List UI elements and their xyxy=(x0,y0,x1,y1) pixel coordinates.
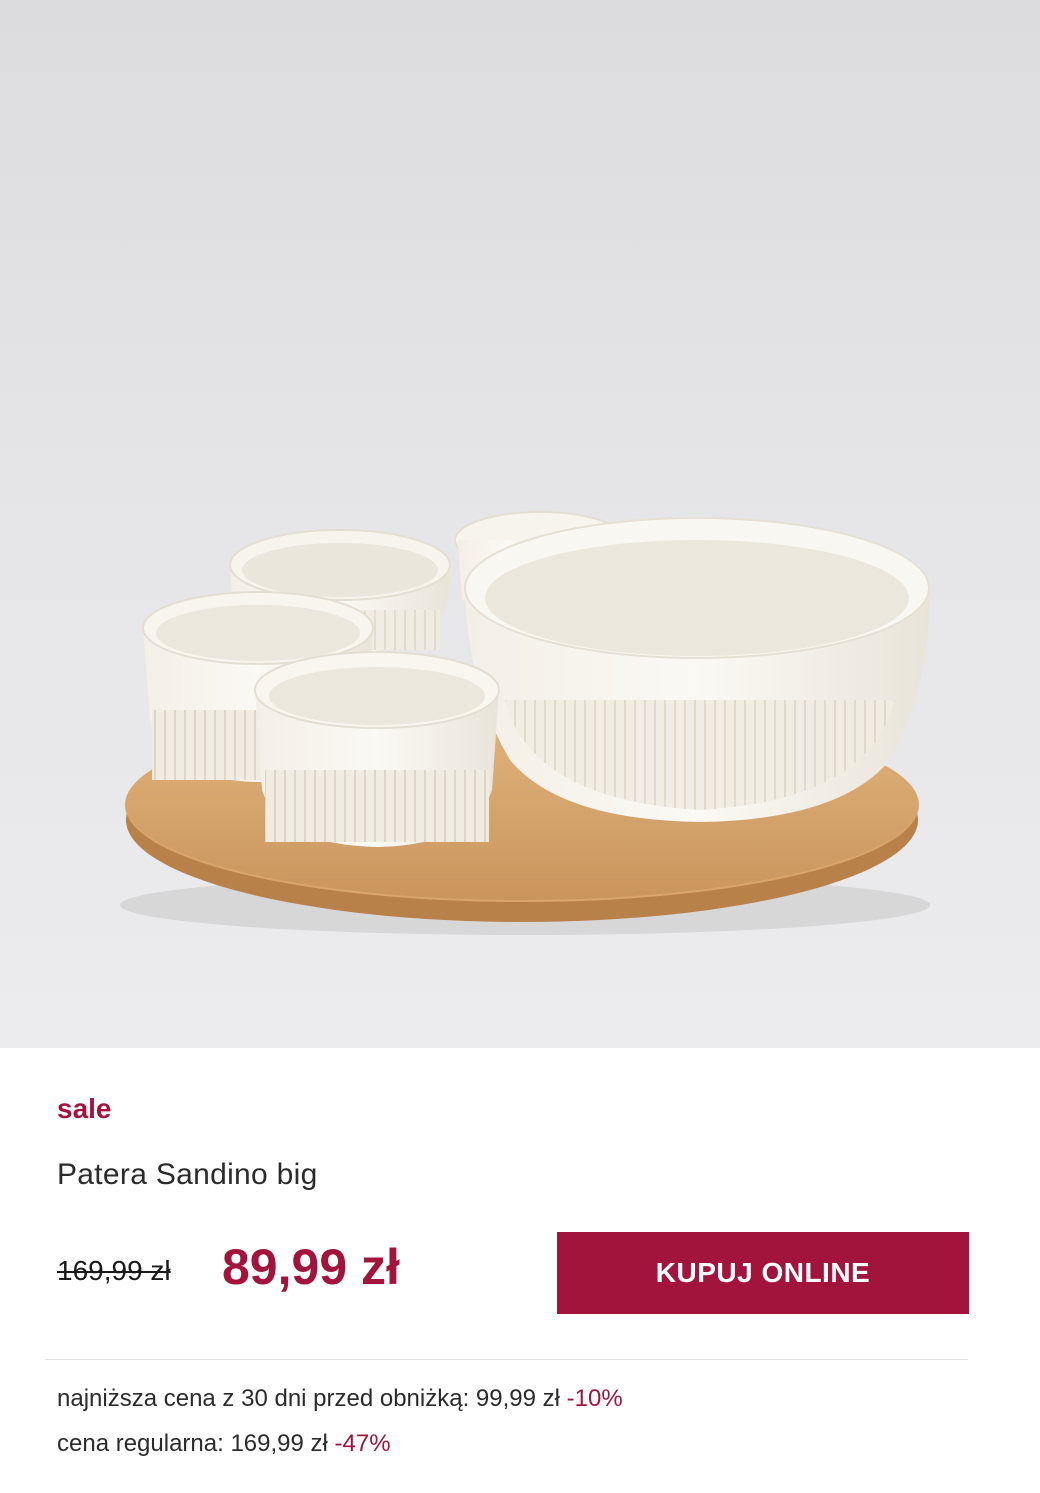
divider xyxy=(45,1359,968,1360)
large-bowl xyxy=(464,517,930,822)
sale-badge: sale xyxy=(57,1093,112,1124)
product-image[interactable] xyxy=(0,0,1040,1048)
regular-price-note: cena regularna: 169,99 zł -47% xyxy=(57,1430,391,1458)
buy-online-button[interactable]: KUPUJ ONLINE xyxy=(557,1232,969,1314)
lowest-price-discount: -10% xyxy=(566,1385,623,1412)
small-bowl-front xyxy=(254,651,500,847)
current-price: 89,99 zł xyxy=(222,1239,400,1295)
lowest-price-label: najniższa cena z 30 dni przed obniżką: 9… xyxy=(57,1385,560,1412)
product-title[interactable]: Patera Sandino big xyxy=(57,1158,318,1192)
old-price: 169,99 zł xyxy=(57,1255,171,1286)
lowest-price-note: najniższa cena z 30 dni przed obniżką: 9… xyxy=(57,1385,623,1413)
regular-price-label: cena regularna: 169,99 zł xyxy=(57,1430,328,1457)
bowls-on-tray-illustration xyxy=(120,511,930,935)
product-card: sale Patera Sandino big 169,99 zł 89,99 … xyxy=(0,0,1040,1493)
regular-price-discount: -47% xyxy=(334,1430,391,1457)
